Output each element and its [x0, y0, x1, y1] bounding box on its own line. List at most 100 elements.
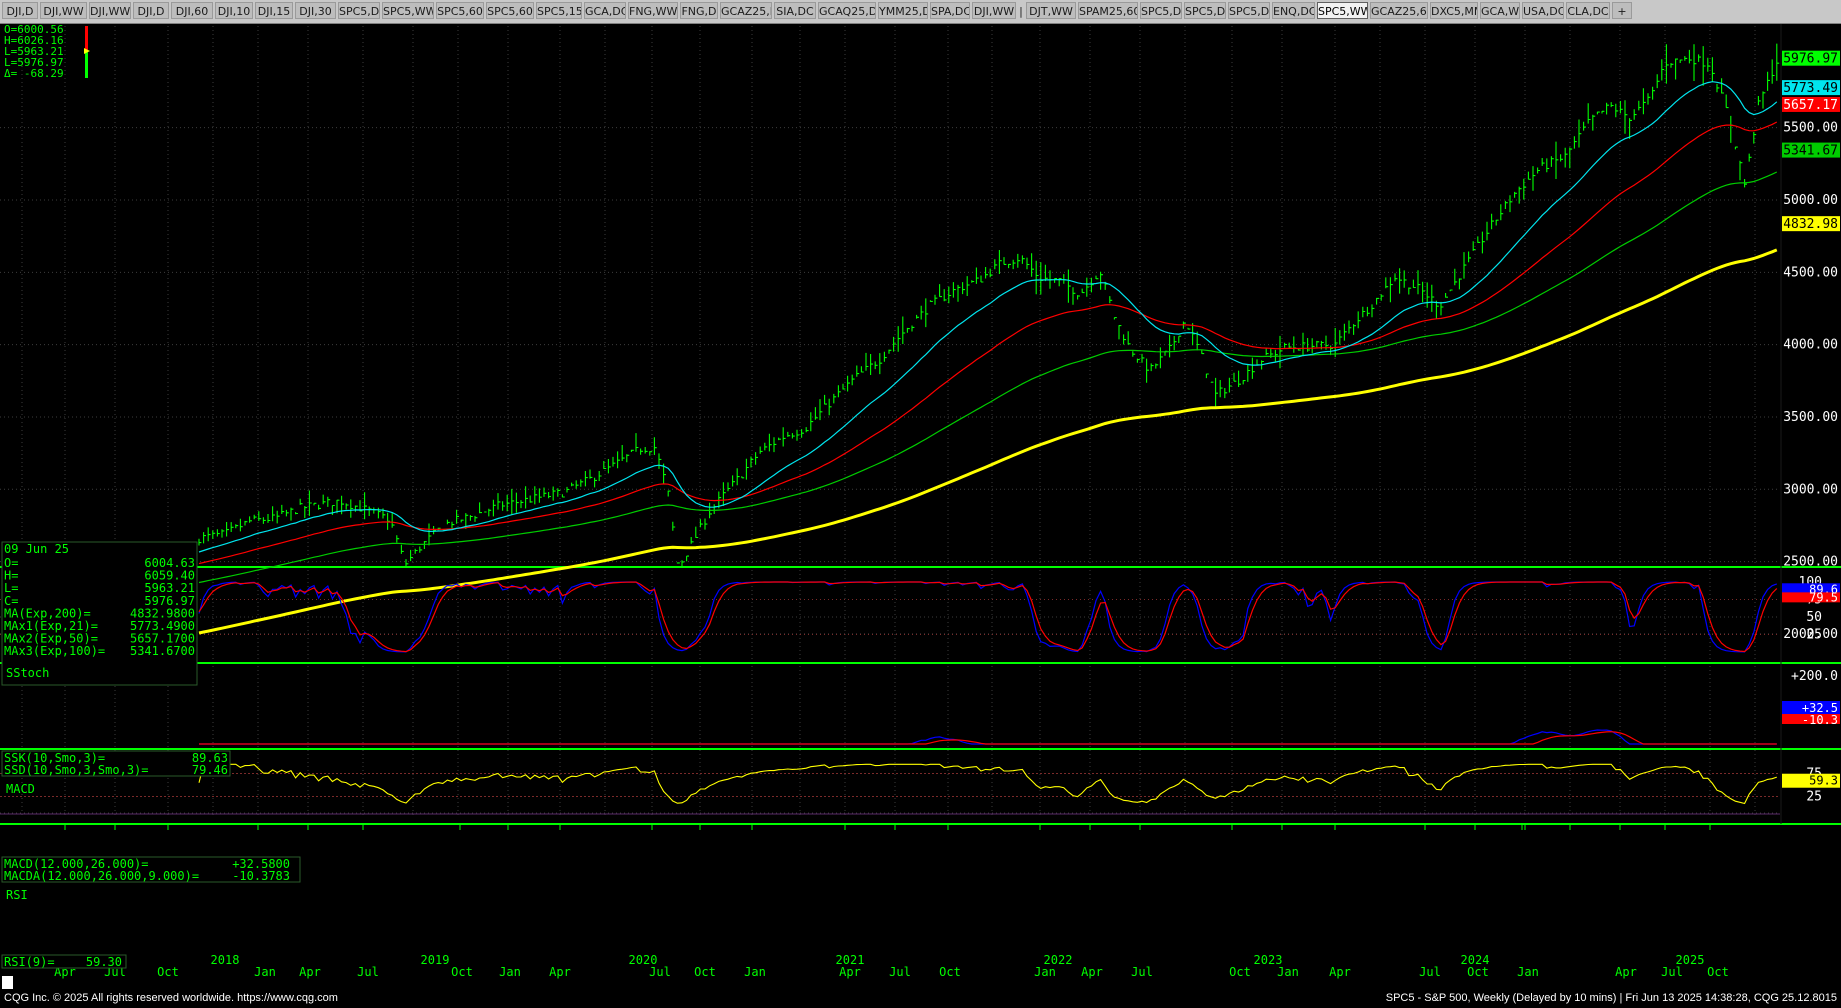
info-row-value: 5341.6700 — [130, 644, 195, 658]
rsi-value: 59.30 — [86, 955, 122, 969]
ema-21-line — [198, 81, 1778, 553]
footer: CQG Inc. © 2025 All rights reserved worl… — [0, 990, 1841, 1008]
chart-status-text: SPC5 - S&P 500, Weekly (Delayed by 10 mi… — [1385, 992, 1837, 1004]
time-axis-month: Oct — [694, 965, 716, 979]
price-axis-label: 5000.00 — [1783, 193, 1838, 208]
time-axis-month: Apr — [1081, 965, 1103, 979]
tab-gcaz25-60[interactable]: GCAZ25,60 — [1370, 2, 1428, 19]
macd-title: MACD — [6, 782, 35, 796]
chart-canvas[interactable]: 5500.00 5000.00 4500.00 4000.00 3500.00 3000.… — [0, 23, 1841, 990]
tab-dji-ww[interactable]: DJI,WW — [40, 2, 87, 19]
tab-spc5-60[interactable]: SPC5,60 — [486, 2, 534, 19]
time-axis-month: Jul — [1131, 965, 1153, 979]
time-axis-month: Jan — [499, 965, 521, 979]
price-axis-label: 2500.00 — [1783, 555, 1838, 570]
time-axis-month: Jul — [889, 965, 911, 979]
time-axis-month: Jul — [1419, 965, 1441, 979]
stoch-title: SStoch — [6, 666, 49, 680]
tab-gcaq25-d[interactable]: GCAQ25,D — [818, 2, 876, 19]
time-axis-month: Oct — [1467, 965, 1489, 979]
time-axis-month: Jul — [649, 965, 671, 979]
macda-value: -10.3783 — [232, 869, 290, 883]
price-axis-label: 4000.00 — [1783, 338, 1838, 353]
macda-label: MACDA(12.000,26.000,9.000)= — [4, 869, 199, 883]
grid-lines — [0, 24, 1841, 825]
tab-enq-dc[interactable]: ENQ,DC — [1272, 2, 1315, 19]
tab-spc5-15[interactable]: SPC5,15 — [536, 2, 582, 19]
price-axis-label: 3500.00 — [1783, 410, 1838, 425]
tab-sia-dc[interactable]: SIA,DC — [774, 2, 816, 19]
price-axis-label: 5500.00 — [1783, 121, 1838, 136]
tab-gca-dc[interactable]: GCA,DC — [584, 2, 626, 19]
tab-spc5-d[interactable]: SPC5,D — [1228, 2, 1270, 19]
tab-spc5-ww[interactable]: SPC5,WW — [1317, 2, 1368, 19]
stoch-axis-label: 25 — [1806, 628, 1822, 643]
tab-usa-dc[interactable]: USA,DC — [1522, 2, 1564, 19]
chart-tab-bar: DJI,D DJI,WW DJI,WW DJI,D DJI,60 DJI,10 DJI,15… — [0, 0, 1841, 24]
rsi-label: RSI(9)= — [4, 955, 55, 969]
stoch-d-label: SSD(10,Smo,3,Smo,3)= — [4, 763, 149, 777]
last-value-tag-text: 4832.98 — [1783, 217, 1838, 232]
tab-fng-ww[interactable]: FNG,WW — [628, 2, 678, 19]
tab-dji-10[interactable]: DJI,10 — [215, 2, 253, 19]
tab-dji-60[interactable]: DJI,60 — [171, 2, 213, 19]
time-axis-year: 2020 — [629, 953, 658, 967]
last-value-tag-text: 5341.67 — [1783, 144, 1838, 159]
info-date: 09 Jun 25 — [4, 542, 69, 556]
macd-info: MACD MACD(12.000,26.000)= +32.5800 MACDA… — [1, 782, 301, 883]
info-row-label: MAx3(Exp,100)= — [4, 644, 105, 658]
time-axis-month: Jan — [1517, 965, 1539, 979]
tab-gcaz25-d[interactable]: GCAZ25,D — [720, 2, 772, 19]
tab-dji-30[interactable]: DJI,30 — [295, 2, 336, 19]
tab-dji-15[interactable]: DJI,15 — [255, 2, 293, 19]
tab-spa-dc[interactable]: SPA,DC — [930, 2, 970, 19]
corner-delta: Δ= -68.29 — [4, 67, 64, 80]
time-axis-month: Oct — [939, 965, 961, 979]
stoch-d-value: 79.46 — [192, 763, 228, 777]
oscillators-layer — [198, 581, 1778, 805]
last-value-tag-text: 5976.97 — [1783, 52, 1838, 67]
tab-dji-ww[interactable]: DJI,WW — [89, 2, 131, 19]
last-value-tag-text: 5657.17 — [1783, 98, 1838, 113]
rsi-info: RSI RSI(9)= 59.30 — [1, 888, 127, 969]
tab-dxc5-mm[interactable]: DXC5,MM — [1430, 2, 1478, 19]
time-axis-month: Oct — [451, 965, 473, 979]
time-axis-year: 2024 — [1461, 953, 1490, 967]
scroll-handle[interactable] — [2, 976, 13, 989]
tab-dji-d[interactable]: DJI,D — [2, 2, 38, 19]
stoch-axis-label: 50 — [1806, 610, 1822, 625]
last-value-tag-text: 5773.49 — [1783, 81, 1838, 96]
tab-spam25-60[interactable]: SPAM25,60 — [1078, 2, 1138, 19]
macd-axis-label: +200.0 — [1791, 669, 1838, 684]
tab-spc5-ww[interactable]: SPC5,WW — [382, 2, 434, 19]
time-axis-month: Jan — [1277, 965, 1299, 979]
tab-spc5-d[interactable]: SPC5,D — [1140, 2, 1182, 19]
rsi-title: RSI — [6, 888, 28, 902]
tab-dji-ww[interactable]: DJI,WW — [972, 2, 1016, 19]
ema-50-line — [198, 121, 1778, 565]
time-axis-year: 2022 — [1044, 953, 1073, 967]
tab-spc5-d[interactable]: SPC5,D — [338, 2, 380, 19]
time-axis-month: Oct — [1707, 965, 1729, 979]
ema-200-line — [198, 248, 1778, 635]
moving-averages-layer — [198, 81, 1778, 635]
tab-spc5-d[interactable]: SPC5,D — [1184, 2, 1226, 19]
tab-spc5-60[interactable]: SPC5,60 — [436, 2, 484, 19]
time-axis-month: Jul — [357, 965, 379, 979]
time-axis-year: 2025 — [1676, 953, 1705, 967]
tab-fng-d[interactable]: FNG,D — [680, 2, 718, 19]
tab-djt-ww[interactable]: DJT,WW — [1026, 2, 1076, 19]
price-axis-label: 3000.00 — [1783, 482, 1838, 497]
tab-ymm25-d[interactable]: YMM25,D — [878, 2, 928, 19]
tab-gca-w[interactable]: GCA,W — [1480, 2, 1520, 19]
time-axis-year: 2021 — [836, 953, 865, 967]
chart-area[interactable]: 5500.00 5000.00 4500.00 4000.00 3500.00 3000.… — [0, 23, 1841, 990]
tab-dji-d[interactable]: DJI,D — [133, 2, 169, 19]
tab-[interactable]: + — [1612, 2, 1632, 19]
corner-range-bar-red — [85, 26, 88, 50]
tab-cla-dc[interactable]: CLA,DC — [1566, 2, 1610, 19]
time-axis-month: Oct — [1229, 965, 1251, 979]
rsi-axis-label: 25 — [1806, 790, 1822, 805]
time-axis-year: 2023 — [1254, 953, 1283, 967]
time-axis-year: 2018 — [211, 953, 240, 967]
